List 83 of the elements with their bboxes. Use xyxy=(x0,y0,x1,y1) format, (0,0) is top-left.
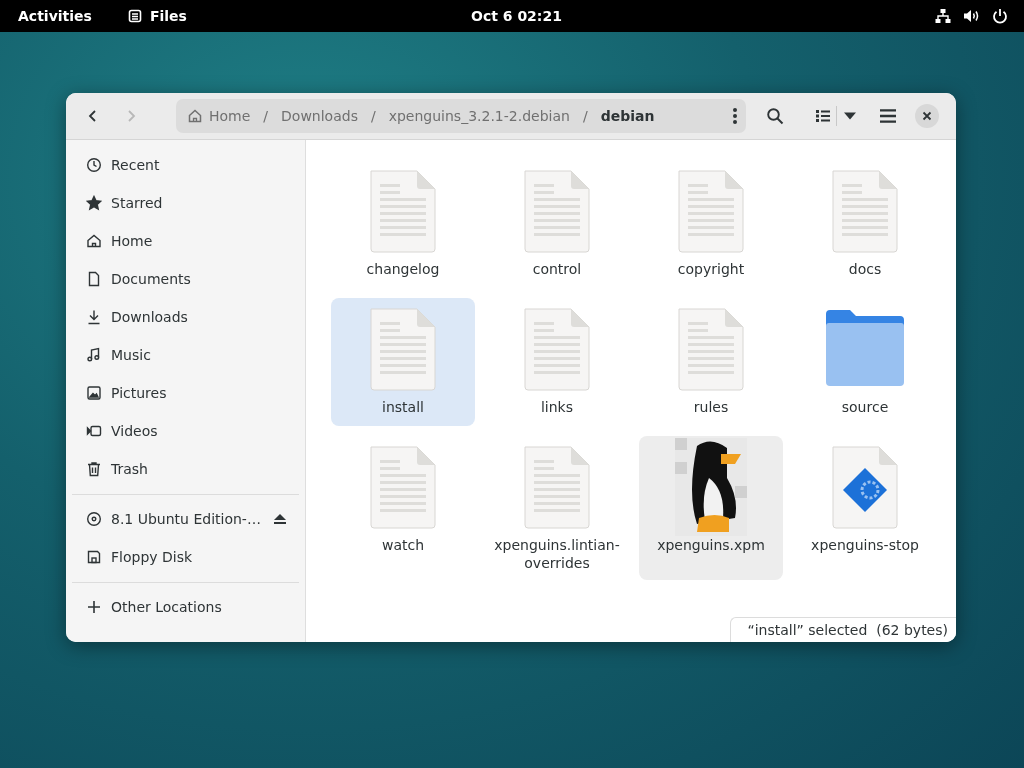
home-icon xyxy=(86,233,102,249)
download-icon xyxy=(86,309,102,325)
status-bar: “install” selected (62 bytes) xyxy=(730,617,956,642)
path-button[interactable]: Home xyxy=(182,104,256,128)
sidebar-item[interactable]: Videos xyxy=(72,412,299,450)
chevron-left-icon xyxy=(88,109,98,123)
files-app-icon xyxy=(127,9,142,23)
file-name: xpenguins.lintian-overrides xyxy=(493,536,621,572)
file-name: copyright xyxy=(677,260,745,278)
path-separator: / xyxy=(370,108,376,124)
text-file-icon xyxy=(368,306,438,392)
sidebar-item[interactable]: Documents xyxy=(72,260,299,298)
close-icon xyxy=(922,111,932,121)
file-name: changelog xyxy=(366,260,440,278)
text-file-icon xyxy=(830,168,900,254)
app-menu-button[interactable]: Files xyxy=(149,8,187,24)
sidebar-item[interactable]: Floppy Disk xyxy=(72,538,299,576)
network-icon[interactable] xyxy=(935,8,951,24)
sidebar-item[interactable]: Trash xyxy=(72,450,299,488)
video-camera-icon xyxy=(86,423,102,439)
music-note-icon xyxy=(86,347,102,363)
file-name: docs xyxy=(848,260,882,278)
sidebar-item[interactable]: Music xyxy=(72,336,299,374)
home-icon xyxy=(187,108,203,124)
file-item[interactable]: watch xyxy=(331,436,475,580)
path-separator: / xyxy=(582,108,588,124)
script-file-icon xyxy=(830,444,900,530)
file-name: links xyxy=(540,398,574,416)
file-item[interactable]: copyright xyxy=(639,160,783,288)
file-name: source xyxy=(841,398,889,416)
sidebar-item[interactable]: Pictures xyxy=(72,374,299,412)
list-icon xyxy=(815,108,831,124)
close-button[interactable] xyxy=(915,104,939,128)
menu-icon xyxy=(880,109,896,123)
file-name: control xyxy=(532,260,582,278)
file-item[interactable]: control xyxy=(485,160,629,288)
sidebar-item[interactable]: Home xyxy=(72,222,299,260)
plus-icon xyxy=(86,599,102,615)
file-name: watch xyxy=(381,536,425,554)
clock[interactable]: Oct 6 02:21 xyxy=(471,8,562,24)
search-icon xyxy=(766,107,784,125)
file-item[interactable]: xpenguins.xpm xyxy=(639,436,783,580)
file-item[interactable]: source xyxy=(793,298,937,426)
text-file-icon xyxy=(522,444,592,530)
star-icon xyxy=(86,195,102,211)
text-file-icon xyxy=(368,168,438,254)
text-file-icon xyxy=(522,168,592,254)
text-file-icon xyxy=(676,306,746,392)
eject-icon[interactable] xyxy=(273,512,287,526)
sidebar-item[interactable]: 8.1 Ubuntu Edition-… xyxy=(72,500,299,538)
file-item[interactable]: changelog xyxy=(331,160,475,288)
path-button[interactable]: xpenguins_3.2.1-2.debian xyxy=(383,104,575,128)
file-item[interactable]: install xyxy=(331,298,475,426)
text-file-icon xyxy=(522,306,592,392)
more-options-icon[interactable] xyxy=(732,107,738,125)
sidebar-item[interactable]: Downloads xyxy=(72,298,299,336)
path-button[interactable]: debian xyxy=(595,104,660,128)
file-name: install xyxy=(382,398,424,416)
file-item[interactable]: docs xyxy=(793,160,937,288)
file-item[interactable]: rules xyxy=(639,298,783,426)
chevron-right-icon xyxy=(126,109,136,123)
image-icon xyxy=(86,385,102,401)
path-separator: / xyxy=(263,108,269,124)
path-button[interactable]: Downloads xyxy=(276,104,363,128)
file-name: xpenguins-stop xyxy=(811,536,919,554)
file-name: xpenguins.xpm xyxy=(657,536,765,554)
text-file-icon xyxy=(676,168,746,254)
file-name: rules xyxy=(693,398,729,416)
file-item[interactable]: xpenguins.lintian-overrides xyxy=(485,436,629,580)
disc-icon xyxy=(86,511,102,527)
sidebar-item[interactable]: Starred xyxy=(72,184,299,222)
power-icon[interactable] xyxy=(992,8,1008,24)
trash-icon xyxy=(86,461,102,477)
text-file-icon xyxy=(368,444,438,530)
volume-icon[interactable] xyxy=(963,8,980,24)
sidebar-item[interactable]: Other Locations xyxy=(72,588,299,626)
activities-button[interactable]: Activities xyxy=(18,8,92,24)
caret-icon xyxy=(844,112,856,120)
file-item[interactable]: links xyxy=(485,298,629,426)
file-item[interactable]: xpenguins-stop xyxy=(793,436,937,580)
clock-icon xyxy=(86,157,102,173)
document-icon xyxy=(86,271,102,287)
sidebar-item[interactable]: Recent xyxy=(72,146,299,184)
